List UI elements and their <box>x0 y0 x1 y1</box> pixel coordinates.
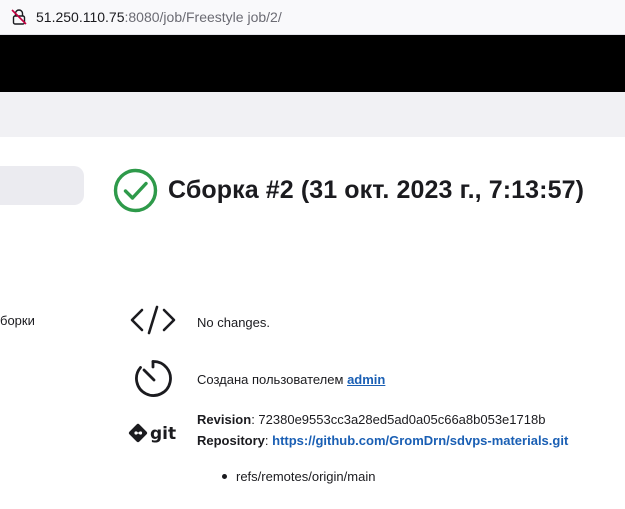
sidebar-item-builds[interactable]: борки <box>0 313 35 328</box>
revision-row: Revision: 72380e9553cc3a28ed5ad0a05c66a8… <box>197 412 546 427</box>
repository-label: Repository <box>197 433 265 448</box>
changes-text: No changes. <box>197 315 270 330</box>
branch-name: refs/remotes/origin/main <box>236 469 376 484</box>
breadcrumb <box>0 92 625 137</box>
url-path: :8080/job/Freestyle job/2/ <box>124 9 282 25</box>
created-by-text: Создана пользователем admin <box>197 372 385 387</box>
bullet-icon <box>222 474 227 480</box>
code-icon <box>130 305 176 335</box>
url-text[interactable]: 51.250.110.75:8080/job/Freestyle job/2/ <box>36 9 282 25</box>
git-icon: git <box>128 423 176 444</box>
url-host: 51.250.110.75 <box>36 9 125 25</box>
timer-icon <box>135 360 172 397</box>
svg-text:git: git <box>150 424 176 444</box>
page-title: Сборка #2 (31 окт. 2023 г., 7:13:57) <box>168 176 585 204</box>
user-link-admin[interactable]: admin <box>347 372 385 387</box>
repository-row: Repository: https://github.com/GromDrn/s… <box>197 433 569 448</box>
insecure-lock-icon <box>11 9 27 25</box>
created-by-label: Создана пользователем <box>197 372 344 387</box>
revision-label: Revision <box>197 412 252 427</box>
browser-address-bar[interactable]: 51.250.110.75:8080/job/Freestyle job/2/ <box>0 0 625 35</box>
revision-value: 72380e9553cc3a28ed5ad0a05c66a8b053e1718b <box>258 412 546 427</box>
success-check-icon <box>113 168 158 213</box>
list-item: refs/remotes/origin/main <box>222 469 375 484</box>
sidebar-search-box[interactable] <box>0 166 84 205</box>
repository-link[interactable]: https://github.com/GromDrn/sdvps-materia… <box>272 433 568 448</box>
page-header <box>0 35 625 92</box>
